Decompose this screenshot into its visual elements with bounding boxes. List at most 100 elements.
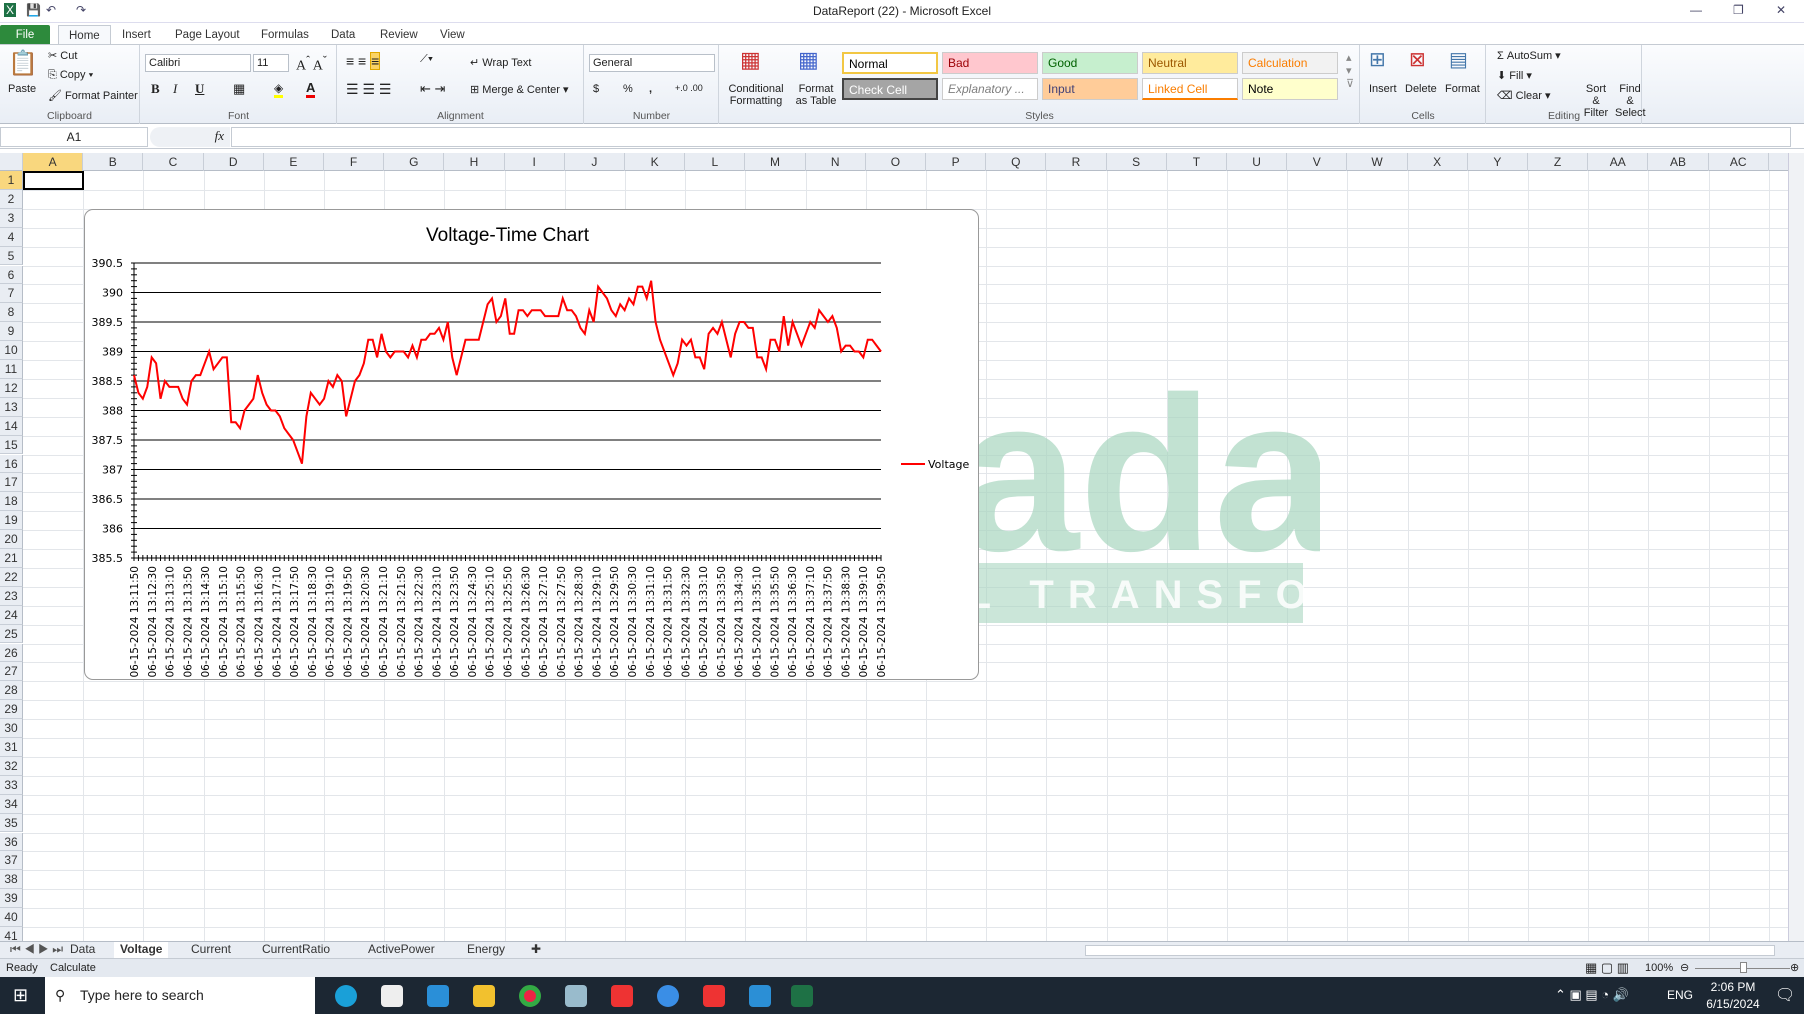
tab-formulas[interactable]: Formulas <box>251 25 319 45</box>
comma-button[interactable]: , <box>649 83 652 95</box>
tab-insert[interactable]: Insert <box>112 25 161 45</box>
column-header-I[interactable]: I <box>505 153 565 171</box>
zoom-in-icon[interactable]: ⊕ <box>1790 959 1799 977</box>
formula-input[interactable] <box>231 127 1791 147</box>
cell-style-normal[interactable]: Normal <box>842 52 938 74</box>
page-view-icons[interactable]: ▦ ▢ ▥ <box>1585 959 1629 977</box>
column-header-C[interactable]: C <box>143 153 204 171</box>
row-header-35[interactable]: 35 <box>0 813 23 833</box>
taskbar-search[interactable]: ⚲ Type here to search <box>45 977 315 1014</box>
row-header-21[interactable]: 21 <box>0 549 23 568</box>
column-header-F[interactable]: F <box>324 153 385 171</box>
row-header-32[interactable]: 32 <box>0 756 23 776</box>
tab-review[interactable]: Review <box>370 25 428 45</box>
fill-button[interactable]: ⬇ Fill ▾ <box>1497 69 1532 82</box>
row-header-33[interactable]: 33 <box>0 775 23 795</box>
zoom-level[interactable]: 100% <box>1645 959 1673 977</box>
clear-button[interactable]: ⌫ Clear ▾ <box>1497 89 1551 102</box>
close-button[interactable]: ✕ <box>1776 3 1786 17</box>
align-left-icon[interactable]: ☰ ☰ ☰ <box>346 81 391 98</box>
cell-style-explanatory-[interactable]: Explanatory ... <box>942 78 1038 100</box>
row-header-8[interactable]: 8 <box>0 303 23 323</box>
paste-button[interactable]: Paste <box>8 83 36 95</box>
column-header-G[interactable]: G <box>384 153 445 171</box>
row-header-25[interactable]: 25 <box>0 624 23 644</box>
minimize-button[interactable]: — <box>1690 3 1702 17</box>
row-header-24[interactable]: 24 <box>0 605 23 625</box>
underline-button[interactable]: U <box>195 81 204 97</box>
vertical-scrollbar[interactable] <box>1788 153 1804 941</box>
column-header-L[interactable]: L <box>685 153 746 171</box>
italic-button[interactable]: I <box>173 81 177 97</box>
tab-home[interactable]: Home <box>58 25 111 45</box>
column-header-Z[interactable]: Z <box>1528 153 1589 171</box>
file-explorer-icon[interactable] <box>473 985 495 1007</box>
store-icon[interactable] <box>381 985 403 1007</box>
column-header-M[interactable]: M <box>745 153 806 171</box>
sheet-tab-currentratio[interactable]: CurrentRatio <box>256 942 336 958</box>
anydesk-icon[interactable] <box>611 985 633 1007</box>
format-as-table-button[interactable]: Format as Table <box>792 83 840 107</box>
monitor-icon[interactable] <box>749 985 771 1007</box>
row-header-28[interactable]: 28 <box>0 681 23 701</box>
column-header-H[interactable]: H <box>444 153 505 171</box>
row-header-31[interactable]: 31 <box>0 738 23 757</box>
column-header-S[interactable]: S <box>1107 153 1167 171</box>
column-header-Y[interactable]: Y <box>1468 153 1528 171</box>
horizontal-scrollbar[interactable] <box>1085 945 1775 956</box>
row-header-6[interactable]: 6 <box>0 265 23 285</box>
styles-scroll-icon[interactable]: ▴ ▾ ⊽ <box>1346 51 1354 90</box>
autosum-button[interactable]: Σ AutoSum ▾ <box>1497 49 1561 62</box>
voltage-chart[interactable]: Voltage-Time Chart 385.5 386 386.5 387 387.5 3… <box>84 209 979 680</box>
restore-button[interactable]: ❐ <box>1733 3 1744 17</box>
row-header-20[interactable]: 20 <box>0 530 23 549</box>
column-header-W[interactable]: W <box>1347 153 1408 171</box>
row-header-11[interactable]: 11 <box>0 360 23 379</box>
sheet-tab-current[interactable]: Current <box>185 942 237 958</box>
sheet-nav-icon[interactable]: ⏮ ◀ ▶ ⏭ <box>4 942 69 958</box>
column-header-K[interactable]: K <box>625 153 686 171</box>
font-name-select[interactable]: Calibri <box>145 54 251 72</box>
row-header-29[interactable]: 29 <box>0 700 23 720</box>
sheet-tab-activepower[interactable]: ActivePower <box>362 942 441 958</box>
column-header-D[interactable]: D <box>204 153 264 171</box>
row-header-10[interactable]: 10 <box>0 341 23 360</box>
row-header-15[interactable]: 15 <box>0 435 23 455</box>
cell-style-bad[interactable]: Bad <box>942 52 1038 74</box>
borders-icon[interactable]: ▦ <box>233 81 245 97</box>
decimal-icon[interactable]: +.0 .00 <box>675 83 703 93</box>
tab-file[interactable]: File <box>0 25 50 45</box>
column-header-N[interactable]: N <box>806 153 866 171</box>
cut-button[interactable]: ✂ Cut <box>48 49 77 62</box>
voltage-series-line[interactable] <box>133 280 882 464</box>
percent-button[interactable]: % <box>623 83 633 95</box>
column-header-R[interactable]: R <box>1046 153 1107 171</box>
column-header-A[interactable]: A <box>23 153 84 171</box>
conditional-formatting-button[interactable]: Conditional Formatting <box>722 83 790 107</box>
row-header-18[interactable]: 18 <box>0 492 23 512</box>
row-header-26[interactable]: 26 <box>0 643 23 663</box>
row-header-39[interactable]: 39 <box>0 889 23 909</box>
wrap-text-button[interactable]: ↵ Wrap Text <box>470 56 531 69</box>
column-header-Q[interactable]: Q <box>986 153 1047 171</box>
row-header-1[interactable]: 1 <box>0 171 23 190</box>
bold-button[interactable]: B <box>151 81 160 97</box>
column-header-E[interactable]: E <box>264 153 324 171</box>
anydesk-icon-2[interactable] <box>703 985 725 1007</box>
column-header-T[interactable]: T <box>1167 153 1227 171</box>
copy-button[interactable]: ⎘ Copy ▾ <box>48 69 93 82</box>
column-header-AC[interactable]: AC <box>1709 153 1769 171</box>
tray-icons[interactable]: ⌃ ▣ ▤ ◔ 🔊 <box>1555 987 1629 1003</box>
align-top-icon[interactable]: ≡ ≡ ≡ <box>346 52 381 70</box>
row-header-19[interactable]: 19 <box>0 511 23 531</box>
cell-style-good[interactable]: Good <box>1042 52 1138 74</box>
row-header-30[interactable]: 30 <box>0 719 23 738</box>
column-header-X[interactable]: X <box>1408 153 1468 171</box>
number-format-select[interactable]: General <box>589 54 715 72</box>
excel-taskbar-icon[interactable] <box>791 985 813 1007</box>
select-all-corner[interactable] <box>0 153 23 171</box>
row-header-3[interactable]: 3 <box>0 208 23 228</box>
sheet-tab-voltage[interactable]: Voltage <box>114 942 169 958</box>
row-header-34[interactable]: 34 <box>0 794 23 814</box>
row-header-13[interactable]: 13 <box>0 397 23 417</box>
